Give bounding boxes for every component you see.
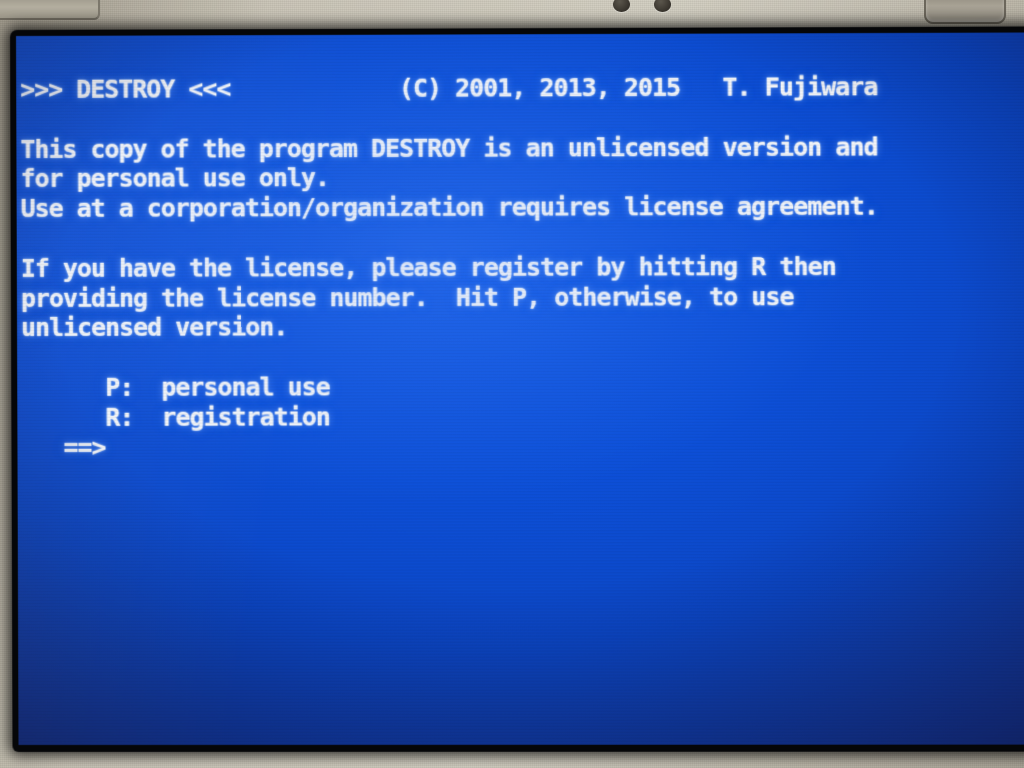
console-line-notice-3: Use at a corporation/organization requir… [20,191,878,224]
console-line-instruction-3: unlicensed version. [20,312,288,343]
menu-option-personal-use[interactable]: P: personal use [21,371,878,403]
console-line-header: >>> DESTROY <<< (C) 2001, 2013, 2015 T. … [20,72,878,104]
console-line-blank [21,222,878,254]
screen-bezel-inner: >>> DESTROY <<< (C) 2001, 2013, 2015 T. … [10,26,1024,753]
console-line-instruction-1: If you have the license, please register… [20,251,836,283]
lid-latch-left-icon [0,0,100,20]
console-line-notice-2: for personal use only. [20,163,330,194]
console-line-blank [20,102,877,135]
lid-latch-right-button[interactable] [924,0,1006,24]
laptop-photo: >>> DESTROY <<< (C) 2001, 2013, 2015 T. … [0,0,1024,768]
command-prompt[interactable]: ==> [21,431,878,462]
screen-display: >>> DESTROY <<< (C) 2001, 2013, 2015 T. … [16,32,1024,746]
console-line-notice-1: This copy of the program DESTROY is an u… [20,131,878,164]
menu-option-registration[interactable]: R: registration [21,401,878,432]
console-line-blank [21,341,878,373]
terminal-console[interactable]: >>> DESTROY <<< (C) 2001, 2013, 2015 T. … [16,58,879,462]
console-line-instruction-2: providing the license number. Hit P, oth… [20,281,794,313]
